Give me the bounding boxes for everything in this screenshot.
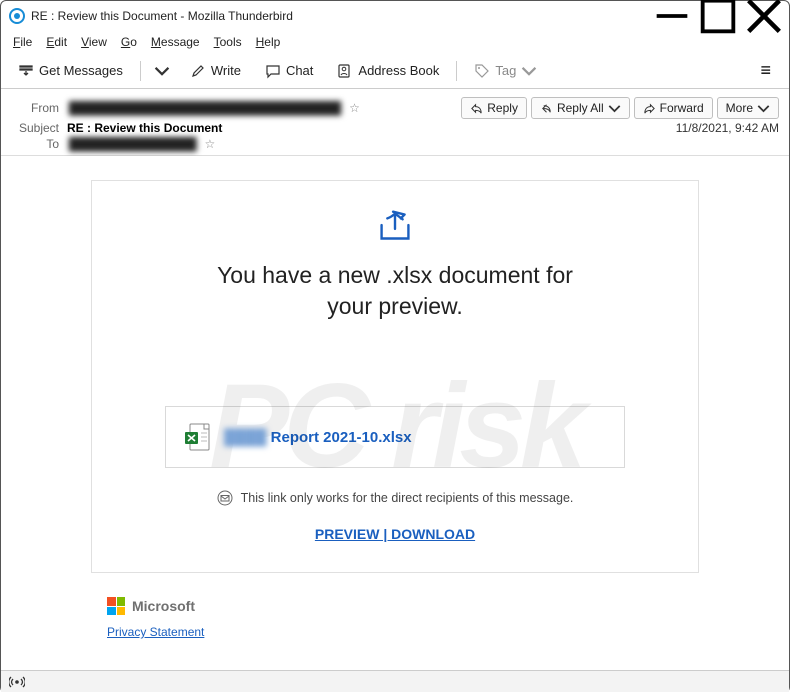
headline-line2: your preview. bbox=[327, 293, 463, 319]
headline-line1: You have a new .xlsx document for bbox=[217, 262, 573, 288]
more-button[interactable]: More bbox=[717, 97, 779, 119]
maximize-button[interactable] bbox=[695, 1, 741, 31]
from-value: ████████████████████████████████ bbox=[67, 101, 343, 115]
menu-view[interactable]: View bbox=[75, 33, 113, 51]
forward-label: Forward bbox=[660, 101, 704, 115]
connection-icon bbox=[9, 676, 25, 688]
microsoft-logo: Microsoft bbox=[107, 597, 697, 615]
microsoft-label: Microsoft bbox=[132, 598, 195, 614]
message-date: 11/8/2021, 9:42 AM bbox=[676, 121, 779, 135]
recipient-notice-text: This link only works for the direct reci… bbox=[241, 491, 574, 505]
separator bbox=[140, 61, 141, 81]
headline-text: You have a new .xlsx document for your p… bbox=[112, 260, 678, 322]
separator bbox=[456, 61, 457, 81]
file-name-redacted: ████ bbox=[224, 429, 267, 446]
tag-label: Tag bbox=[495, 63, 516, 78]
chat-label: Chat bbox=[286, 63, 313, 78]
reply-icon bbox=[470, 102, 483, 115]
to-label: To bbox=[11, 137, 59, 151]
tag-icon bbox=[474, 63, 490, 79]
star-icon[interactable]: ☆ bbox=[349, 101, 360, 115]
chevron-down-icon bbox=[608, 102, 621, 115]
chat-icon bbox=[265, 63, 281, 79]
reply-all-label: Reply All bbox=[557, 101, 604, 115]
minimize-button[interactable] bbox=[649, 1, 695, 31]
menu-go[interactable]: Go bbox=[115, 33, 143, 51]
chevron-down-icon bbox=[521, 63, 537, 79]
privacy-link[interactable]: Privacy Statement bbox=[107, 625, 204, 639]
download-icon bbox=[18, 63, 34, 79]
message-header: From ████████████████████████████████ ☆ … bbox=[1, 89, 789, 156]
get-messages-button[interactable]: Get Messages bbox=[9, 58, 132, 84]
more-label: More bbox=[726, 101, 753, 115]
reply-all-icon bbox=[540, 102, 553, 115]
get-messages-label: Get Messages bbox=[39, 63, 123, 78]
preview-download-link[interactable]: PREVIEW | DOWNLOAD bbox=[112, 526, 678, 542]
status-bar bbox=[1, 670, 789, 692]
address-book-label: Address Book bbox=[358, 63, 439, 78]
share-icon bbox=[372, 207, 418, 247]
menu-help[interactable]: Help bbox=[250, 33, 287, 51]
to-value: ███████████████ bbox=[67, 137, 199, 151]
file-name-text: Report 2021-10.xlsx bbox=[267, 429, 412, 446]
menu-edit[interactable]: Edit bbox=[40, 33, 73, 51]
chevron-down-icon bbox=[154, 63, 170, 79]
forward-button[interactable]: Forward bbox=[634, 97, 713, 119]
file-attachment[interactable]: ████ Report 2021-10.xlsx bbox=[165, 406, 625, 468]
title-bar: RE : Review this Document - Mozilla Thun… bbox=[1, 1, 789, 31]
star-icon[interactable]: ☆ bbox=[205, 137, 216, 151]
subject-value: RE : Review this Document bbox=[67, 121, 222, 135]
window-title: RE : Review this Document - Mozilla Thun… bbox=[31, 9, 293, 23]
tag-button[interactable]: Tag bbox=[465, 58, 546, 84]
footer: Microsoft Privacy Statement bbox=[91, 589, 699, 641]
contacts-icon bbox=[337, 63, 353, 79]
excel-icon bbox=[184, 423, 210, 451]
close-button[interactable] bbox=[741, 1, 787, 31]
get-messages-dropdown[interactable] bbox=[149, 58, 175, 84]
menu-tools[interactable]: Tools bbox=[208, 33, 248, 51]
microsoft-squares-icon bbox=[107, 597, 125, 615]
reply-button[interactable]: Reply bbox=[461, 97, 527, 119]
reply-all-button[interactable]: Reply All bbox=[531, 97, 630, 119]
forward-icon bbox=[643, 102, 656, 115]
mail-icon bbox=[217, 490, 233, 506]
thunderbird-icon bbox=[9, 8, 25, 24]
menu-file[interactable]: File bbox=[7, 33, 38, 51]
write-button[interactable]: Write bbox=[181, 58, 250, 84]
recipient-notice: This link only works for the direct reci… bbox=[112, 490, 678, 506]
reply-label: Reply bbox=[487, 101, 518, 115]
file-name: ████ Report 2021-10.xlsx bbox=[224, 429, 412, 446]
menu-message[interactable]: Message bbox=[145, 33, 206, 51]
address-book-button[interactable]: Address Book bbox=[328, 58, 448, 84]
from-label: From bbox=[11, 101, 59, 115]
pencil-icon bbox=[190, 63, 206, 79]
chat-button[interactable]: Chat bbox=[256, 58, 322, 84]
message-body: PC risk You have a new .xlsx document fo… bbox=[1, 156, 789, 696]
write-label: Write bbox=[211, 63, 241, 78]
content-card: You have a new .xlsx document for your p… bbox=[91, 180, 699, 573]
subject-label: Subject bbox=[11, 121, 59, 135]
main-toolbar: Get Messages Write Chat Address Book Tag… bbox=[1, 53, 789, 89]
app-menu-button[interactable]: ≡ bbox=[750, 56, 781, 85]
chevron-down-icon bbox=[757, 102, 770, 115]
